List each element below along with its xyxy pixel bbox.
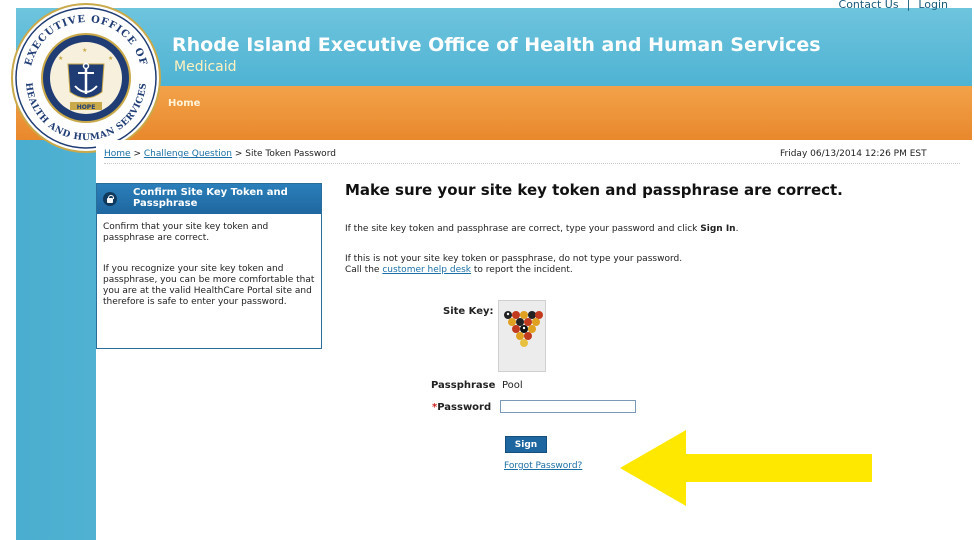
help-desk-suffix: to report the incident.	[473, 265, 573, 275]
passphrase-label: Passphrase	[431, 380, 496, 391]
password-label-text: Password	[437, 402, 492, 413]
sign-in-button[interactable]: Sign In	[505, 436, 547, 465]
instruction-bold: Sign In	[700, 224, 736, 234]
page-subtitle: Medicaid	[174, 59, 237, 75]
lock-icon	[103, 192, 117, 206]
help-desk-prefix: Call the	[345, 265, 380, 275]
browser-frame: Contact Us | Login Rhode Island Executive …	[0, 0, 974, 540]
current-datetime: Friday 06/13/2014 12:26 PM EST	[780, 149, 927, 159]
passphrase-value: Pool	[502, 380, 523, 391]
divider	[104, 163, 960, 164]
warning-text: If this is not your site key token or pa…	[345, 254, 683, 264]
site-key-label: Site Key:	[443, 306, 494, 317]
instruction-text: If the site key token and passphrase are…	[345, 224, 738, 234]
site-key-image	[498, 300, 546, 372]
seal-hope-text: HOPE	[77, 104, 96, 111]
instruction-suffix: .	[735, 224, 739, 234]
instruction-prefix: If the site key token and passphrase are…	[345, 224, 698, 234]
top-links-separator: |	[906, 0, 911, 11]
main-heading: Make sure your site key token and passph…	[345, 181, 843, 199]
login-link[interactable]: Login	[918, 0, 948, 11]
contact-us-link[interactable]: Contact Us	[839, 0, 899, 11]
anchor-icon	[67, 62, 105, 99]
help-desk-text: Call the customer help desk to report th…	[345, 265, 573, 275]
help-panel: Confirm Site Key Token and Passphrase Co…	[96, 183, 322, 349]
breadcrumb-current: Site Token Password	[245, 149, 336, 159]
forgot-password-link[interactable]: Forgot Password?	[504, 461, 582, 471]
password-input[interactable]	[500, 400, 636, 413]
arrow-left-icon	[620, 430, 872, 506]
page-title: Rhode Island Executive Office of Health …	[172, 34, 821, 56]
svg-text:★: ★	[108, 55, 113, 62]
breadcrumb-challenge-question[interactable]: Challenge Question	[144, 149, 232, 159]
breadcrumb: Home > Challenge Question > Site Token P…	[104, 149, 336, 159]
breadcrumb-separator: >	[133, 149, 141, 159]
svg-text:★: ★	[58, 55, 63, 62]
help-panel-title: Confirm Site Key Token and Passphrase	[133, 187, 288, 209]
help-panel-header: Confirm Site Key Token and Passphrase	[97, 184, 321, 214]
password-label: *Password	[432, 402, 491, 413]
customer-help-desk-link[interactable]: customer help desk	[382, 265, 471, 275]
help-panel-text: Confirm that your site key token and pas…	[103, 222, 269, 243]
top-links: Contact Us | Login	[839, 0, 948, 11]
help-panel-text: If you recognize your site key token and…	[103, 264, 315, 307]
state-seal-logo: EXECUTIVE OFFICE OF HEALTH AND HUMAN SER…	[11, 3, 161, 153]
breadcrumb-separator: >	[234, 149, 243, 159]
nav-tab-home[interactable]: Home	[168, 98, 200, 109]
breadcrumb-home[interactable]: Home	[104, 149, 131, 159]
svg-text:★: ★	[82, 47, 87, 54]
